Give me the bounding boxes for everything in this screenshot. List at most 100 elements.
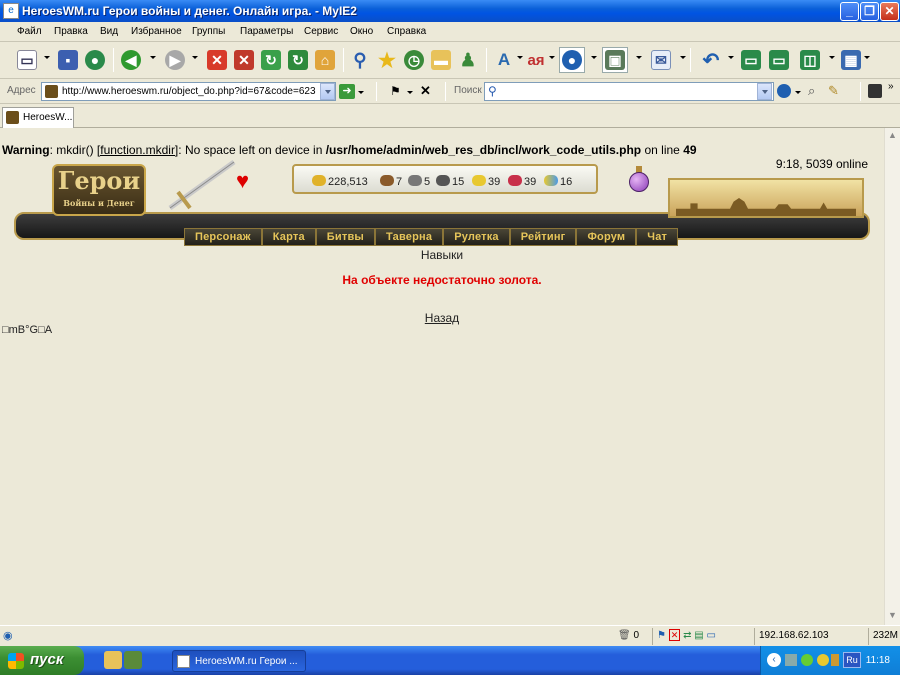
sulfur-stat: 39 xyxy=(472,175,500,188)
encoding-icon[interactable]: aя xyxy=(523,47,549,73)
nav-battles[interactable]: Битвы xyxy=(315,228,376,246)
folder-icon[interactable]: ▬ xyxy=(428,47,454,73)
new-window-icon[interactable]: ▭ xyxy=(766,47,792,73)
dropdown-arrow-icon[interactable] xyxy=(549,56,555,59)
proxy-icon[interactable]: ▭ xyxy=(706,630,715,641)
flag-status-icon[interactable]: ⚑ xyxy=(657,630,666,641)
favorites-star-icon[interactable]: ★ xyxy=(374,47,400,73)
search-engine-icon[interactable] xyxy=(777,84,791,98)
block-icon[interactable]: ✕ xyxy=(668,629,681,641)
dropdown-arrow-icon[interactable] xyxy=(44,56,50,59)
flag-icon[interactable]: ⚑ xyxy=(390,84,401,98)
tray-app-icon[interactable] xyxy=(831,654,839,666)
dropdown-arrow-icon[interactable] xyxy=(192,56,198,59)
home-icon[interactable]: ⌂ xyxy=(312,47,338,73)
tray-network-icon[interactable] xyxy=(785,654,797,666)
nav-character[interactable]: Персонаж xyxy=(184,228,262,246)
nav-chat[interactable]: Чат xyxy=(636,228,679,246)
network-icon[interactable]: ▤ xyxy=(694,630,703,641)
menu-favorites[interactable]: Избранное xyxy=(131,26,182,37)
save-page-icon[interactable] xyxy=(868,84,882,98)
font-size-icon[interactable]: A xyxy=(491,47,517,73)
refresh-icon[interactable]: ↻ xyxy=(258,47,284,73)
mana-potion-icon[interactable] xyxy=(628,166,650,192)
warning-function-link[interactable]: [function.mkdir] xyxy=(97,143,178,157)
address-dropdown-button[interactable] xyxy=(320,83,335,100)
dropdown-arrow-icon[interactable] xyxy=(150,56,156,59)
dropdown-arrow-icon[interactable] xyxy=(829,56,835,59)
quicklaunch-icon[interactable] xyxy=(124,651,142,669)
dropdown-arrow-icon[interactable] xyxy=(864,56,870,59)
nav-map[interactable]: Карта xyxy=(261,228,316,246)
close-tab-icon[interactable]: ✕ xyxy=(420,83,431,99)
game-logo[interactable]: Герои Войны и Денег xyxy=(52,164,146,216)
server-icon[interactable]: ▣ xyxy=(602,47,628,73)
tray-collapse-icon[interactable]: ‹ xyxy=(767,653,781,667)
history-icon[interactable]: ◷ xyxy=(401,47,427,73)
nav-roulette[interactable]: Рулетка xyxy=(443,228,510,246)
dropdown-arrow-icon[interactable] xyxy=(358,91,364,94)
address-input[interactable]: http://www.heroeswm.ru/object_do.php?id=… xyxy=(41,82,336,101)
forward-icon[interactable]: ▶ xyxy=(162,47,188,73)
dropdown-arrow-icon[interactable] xyxy=(795,91,801,94)
back-icon[interactable]: ◀ xyxy=(118,47,144,73)
menu-options[interactable]: Параметры xyxy=(240,26,293,37)
tray-antivirus-icon[interactable] xyxy=(801,654,813,666)
dropdown-arrow-icon[interactable] xyxy=(636,56,642,59)
stop-icon[interactable]: ✕ xyxy=(204,47,230,73)
minimize-button[interactable]: _ xyxy=(840,2,859,21)
go-button[interactable]: ➜ xyxy=(339,84,355,99)
menu-edit[interactable]: Правка xyxy=(54,26,88,37)
menu-file[interactable]: Файл xyxy=(17,26,42,37)
tab-heroeswm[interactable]: HeroesW... xyxy=(2,107,74,128)
close-button[interactable]: ✕ xyxy=(880,2,899,21)
sync-icon[interactable]: ⇄ xyxy=(683,630,691,641)
search-highlight-icon[interactable]: ⌕ xyxy=(808,83,815,99)
vertical-scrollbar[interactable]: ▲ ▼ xyxy=(884,128,900,625)
dropdown-arrow-icon[interactable] xyxy=(407,91,413,94)
dropdown-arrow-icon[interactable] xyxy=(591,56,597,59)
user-icon[interactable]: ♟ xyxy=(455,47,481,73)
mercury-icon xyxy=(436,175,450,186)
scroll-down-icon[interactable]: ▼ xyxy=(887,610,898,621)
more-icon[interactable]: » xyxy=(888,81,894,92)
gems-stat: 16 xyxy=(544,175,572,188)
stop-all-icon[interactable]: ✕ xyxy=(231,47,257,73)
highlighter-icon[interactable]: ✎ xyxy=(828,83,839,99)
new-page-icon[interactable]: ▭ xyxy=(14,47,40,73)
dropdown-arrow-icon[interactable] xyxy=(680,56,686,59)
quicklaunch-icon[interactable] xyxy=(104,651,122,669)
online-globe-icon[interactable]: ● xyxy=(559,47,585,73)
menu-window[interactable]: Окно xyxy=(350,26,373,37)
mail-icon[interactable]: ✉ xyxy=(648,47,674,73)
menu-groups[interactable]: Группы xyxy=(192,26,225,37)
back-link[interactable]: Назад xyxy=(425,311,459,325)
health-heart-icon[interactable]: ♥ xyxy=(236,168,249,194)
language-indicator[interactable]: Ru xyxy=(843,652,861,668)
tile-windows-icon[interactable]: ▦ xyxy=(838,47,864,73)
menu-help[interactable]: Справка xyxy=(387,26,426,37)
window-icon[interactable]: ▭ xyxy=(738,47,764,73)
search-input[interactable]: ⚲ xyxy=(484,82,774,101)
undo-icon[interactable]: ↶ xyxy=(698,47,724,73)
refresh-all-icon[interactable]: ↻ xyxy=(285,47,311,73)
menu-view[interactable]: Вид xyxy=(100,26,118,37)
maximize-button[interactable]: ❐ xyxy=(860,2,879,21)
mercury-value: 15 xyxy=(452,176,465,188)
menu-tools[interactable]: Сервис xyxy=(304,26,338,37)
nav-tavern[interactable]: Таверна xyxy=(375,228,444,246)
popup-counter[interactable]: 🗑 0 xyxy=(614,628,643,645)
nav-rating[interactable]: Рейтинг xyxy=(509,228,577,246)
search-icon[interactable]: ⚲ xyxy=(347,47,373,73)
title-bar[interactable]: e HeroesWM.ru Герои войны и денег. Онлай… xyxy=(0,0,900,22)
globe-icon[interactable]: ● xyxy=(82,47,108,73)
split-window-icon[interactable]: ◫ xyxy=(797,47,823,73)
search-dropdown-button[interactable] xyxy=(757,83,772,100)
dropdown-arrow-icon[interactable] xyxy=(728,56,734,59)
scroll-up-icon[interactable]: ▲ xyxy=(887,130,898,141)
start-button[interactable]: пуск xyxy=(0,646,84,675)
taskbar-item-browser[interactable]: HeroesWM.ru Герои ... xyxy=(172,650,306,672)
save-icon[interactable]: ▪ xyxy=(55,47,81,73)
tray-messenger-icon[interactable] xyxy=(817,654,829,666)
nav-forum[interactable]: Форум xyxy=(576,228,637,246)
